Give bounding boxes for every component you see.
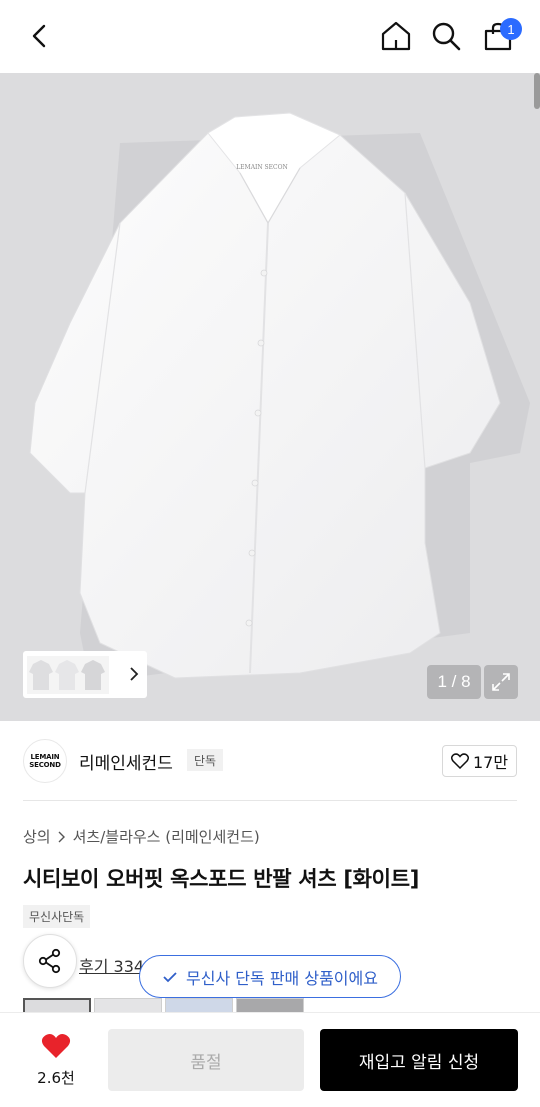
- check-icon: [163, 971, 177, 982]
- share-button[interactable]: [23, 934, 77, 988]
- home-icon: [381, 21, 411, 51]
- breadcrumb-item[interactable]: 상의: [23, 826, 51, 847]
- search-button[interactable]: [424, 14, 468, 58]
- search-icon: [432, 22, 461, 51]
- restock-alert-button[interactable]: 재입고 알림 신청: [320, 1029, 518, 1091]
- chevron-left-icon: [32, 24, 46, 48]
- product-like-count: 2.6천: [37, 1069, 75, 1087]
- heart-outline-icon: [450, 753, 469, 769]
- chevron-right-icon: [130, 667, 139, 681]
- color-swatch[interactable]: [236, 998, 304, 1012]
- top-nav: 1: [0, 0, 540, 73]
- brand-row: LEMAIN SECOND 리메인세컨드 단독 17만: [23, 721, 517, 801]
- product-like-button[interactable]: 2.6천: [30, 1033, 82, 1088]
- product-shirt-image: LEMAIN SECON: [29, 112, 530, 683]
- exclusive-toast: 무신사 단독 판매 상품이에요: [139, 955, 401, 998]
- soldout-button[interactable]: 품절: [108, 1029, 304, 1091]
- bottom-action-bar: 2.6천 품절 재입고 알림 신청: [0, 1012, 540, 1107]
- expand-icon: [492, 673, 510, 691]
- color-swatches: [23, 998, 304, 1012]
- color-swatch[interactable]: [94, 998, 162, 1012]
- brand-name[interactable]: 리메인세컨드: [79, 749, 173, 774]
- color-swatch-white[interactable]: [23, 998, 91, 1012]
- expand-button[interactable]: [484, 665, 518, 699]
- brand-like-count: 17만: [472, 753, 509, 772]
- exclusive-badge: 단독: [187, 749, 224, 771]
- brand-logo-text: SECOND: [29, 761, 61, 769]
- thumbnail-shirts-image: [27, 655, 109, 694]
- brand-logo[interactable]: LEMAIN SECOND: [23, 739, 67, 783]
- chevron-right-icon: [58, 831, 65, 842]
- brand-logo-text: LEMAIN: [30, 753, 60, 761]
- product-image-gallery[interactable]: LEMAIN SECON 1 / 8: [0, 73, 540, 721]
- cart-count-badge: 1: [500, 18, 522, 40]
- reviews-link[interactable]: 후기 334: [79, 953, 144, 977]
- exclusive-tag: 무신사단독: [23, 905, 91, 928]
- heart-filled-icon: [41, 1034, 71, 1058]
- image-counter: 1 / 8: [427, 665, 481, 699]
- color-swatch[interactable]: [165, 998, 233, 1012]
- brand-like-button[interactable]: 17만: [442, 745, 517, 777]
- cart-button[interactable]: 1: [476, 14, 522, 58]
- breadcrumb-item[interactable]: 셔츠/블라우스 (리메인세컨드): [73, 826, 260, 847]
- product-title: 시티보이 오버핏 옥스포드 반팔 셔츠 [화이트]: [23, 867, 420, 891]
- breadcrumb: 상의 셔츠/블라우스 (리메인세컨드): [23, 826, 260, 847]
- thumbnail-strip[interactable]: [23, 651, 147, 698]
- share-icon: [38, 948, 61, 974]
- back-button[interactable]: [18, 14, 62, 58]
- home-button[interactable]: [374, 14, 418, 58]
- toast-text: 무신사 단독 판매 상품이에요: [186, 968, 378, 988]
- product-logo-text: LEMAIN SECON: [236, 164, 288, 171]
